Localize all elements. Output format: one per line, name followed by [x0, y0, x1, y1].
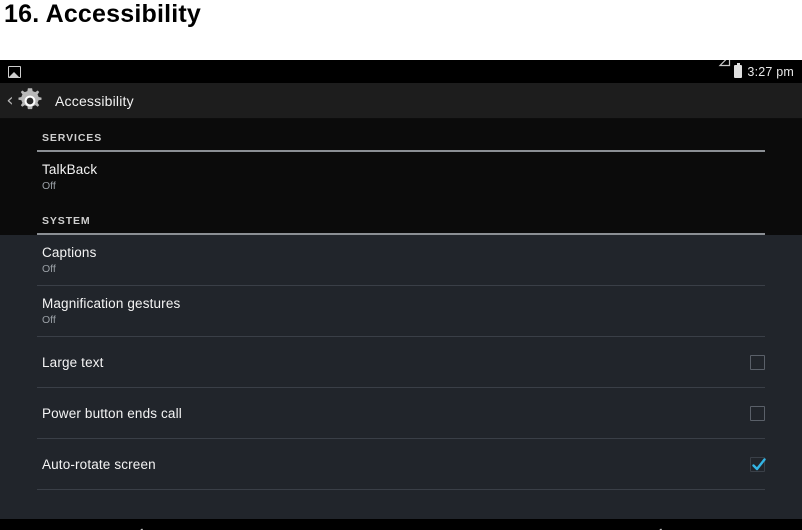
list-item[interactable]: Captions Off [0, 235, 802, 285]
checkbox-unchecked-icon[interactable] [750, 405, 765, 421]
volume-down-icon[interactable] [118, 522, 164, 530]
list-item-title: Captions [42, 245, 97, 260]
action-bar-title: Accessibility [55, 92, 134, 109]
list-item-text: Large text [42, 354, 104, 371]
list-item-text: Auto-rotate screen [42, 456, 156, 473]
settings-gear-icon[interactable] [16, 85, 46, 117]
screenshot-icon [8, 65, 21, 78]
checkbox-checked-icon[interactable] [750, 456, 766, 472]
list-item-text: Captions Off [42, 244, 96, 276]
list-item-title: Power button ends call [42, 405, 182, 421]
clock: 3:27 pm [747, 64, 794, 79]
settings-section: SYSTEM [0, 202, 802, 235]
list-item-checkbox[interactable] [750, 456, 766, 472]
list-item[interactable]: Auto-rotate screen [0, 439, 802, 489]
signal-triangle-icon [718, 60, 731, 77]
list-item[interactable]: Magnification gestures Off [0, 286, 802, 336]
settings-list[interactable]: SERVICES TalkBack Off SYSTEM Captions Off Magn… [0, 119, 802, 530]
android-device-screenshot: 3:27 pm ‹ Accessibility SERVICES TalkBack… [0, 60, 802, 530]
list-item-subtitle: Off [42, 180, 56, 192]
navigation-bar [0, 519, 802, 530]
action-bar: ‹ Accessibility [0, 83, 802, 119]
list-item-title: Magnification gestures [42, 296, 181, 311]
list-item-title: Large text [42, 354, 104, 370]
status-bar-system-icons: 3:27 pm [718, 60, 794, 79]
battery-icon [734, 63, 743, 78]
settings-section: SERVICES [0, 119, 802, 152]
page-title: 16. Accessibility [4, 0, 202, 28]
list-item-title: Auto-rotate screen [42, 456, 156, 472]
recent-apps-icon[interactable] [508, 522, 554, 530]
status-bar: 3:27 pm [0, 60, 802, 83]
back-icon[interactable] [248, 522, 294, 530]
list-item[interactable]: Power button ends call [0, 388, 802, 438]
home-icon[interactable] [378, 522, 424, 530]
checkbox-unchecked-icon[interactable] [750, 354, 765, 370]
list-item-text: Power button ends call [42, 405, 182, 422]
list-item-title: TalkBack [42, 162, 98, 177]
volume-up-icon[interactable] [638, 522, 684, 530]
list-item[interactable]: Large text [0, 337, 802, 387]
section-header: SYSTEM [42, 215, 91, 227]
list-item-text: Magnification gestures Off [42, 295, 180, 327]
list-item-subtitle: Off [42, 314, 56, 326]
list-item-subtitle: Off [42, 263, 56, 275]
status-bar-notifications [8, 65, 21, 78]
list-item-text: TalkBack Off [42, 161, 97, 193]
list-item[interactable]: TalkBack Off [0, 152, 802, 202]
list-item-checkbox[interactable] [750, 354, 765, 370]
section-header: SERVICES [42, 132, 103, 144]
list-divider [37, 489, 765, 490]
list-item-checkbox[interactable] [750, 405, 765, 421]
